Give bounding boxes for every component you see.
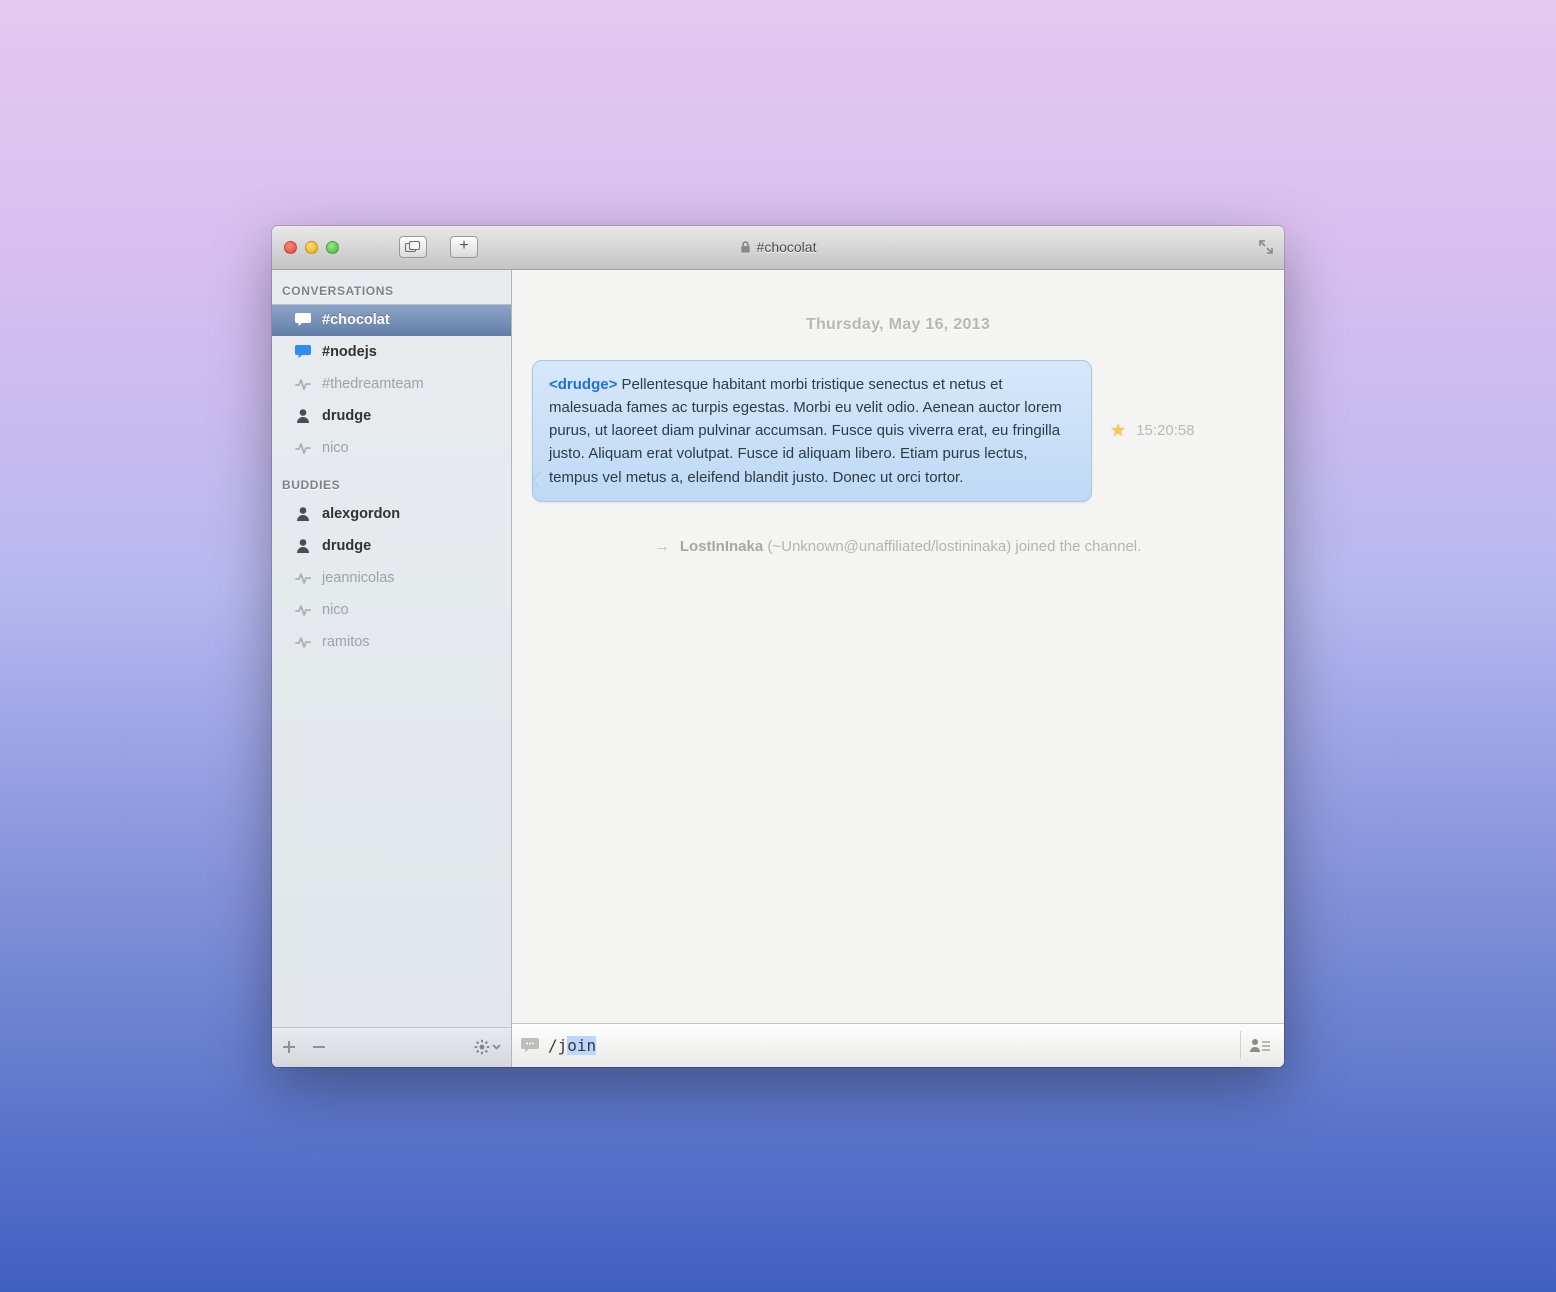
windows-icon [405, 241, 421, 253]
message-time: 15:20:58 [1136, 422, 1194, 439]
sidebar-section-buddies: BUDDIES [272, 464, 511, 498]
chat-bubble-icon [520, 1036, 540, 1054]
windows-toggle-button[interactable] [399, 236, 427, 258]
titlebar: + #chocolat [272, 226, 1284, 270]
conversation-item[interactable]: #nodejs [272, 336, 511, 368]
message-row: <drudge> Pellentesque habitant morbi tri… [528, 356, 1268, 518]
window-controls [272, 241, 339, 254]
buddy-item-label: alexgordon [322, 506, 400, 522]
buddy-item-label: drudge [322, 538, 371, 554]
conversation-item-label: #nodejs [322, 344, 377, 360]
conversation-item[interactable]: drudge [272, 400, 511, 432]
add-button[interactable] [282, 1040, 296, 1054]
system-actor: LostInInaka [680, 538, 763, 555]
conversation-item-label: drudge [322, 408, 371, 424]
conversation-item[interactable]: #chocolat [272, 304, 511, 336]
message-bubble: <drudge> Pellentesque habitant morbi tri… [532, 360, 1092, 502]
buddy-item[interactable]: nico [272, 594, 511, 626]
plus-icon: + [459, 237, 468, 255]
sidebar-footer [272, 1027, 511, 1067]
main-split: CONVERSATIONS #chocolat #nodejs #thedreamt… [272, 270, 1284, 1067]
chevron-down-icon [492, 1044, 501, 1050]
buddies-list: alexgordon drudge jeannicolas nico ramitos [272, 498, 511, 658]
conversation-item-label: #thedreamteam [322, 376, 424, 392]
buddy-item[interactable]: drudge [272, 530, 511, 562]
chat-panel: Thursday, May 16, 2013 <drudge> Pellente… [512, 270, 1284, 1067]
chat-scroll[interactable]: Thursday, May 16, 2013 <drudge> Pellente… [512, 270, 1284, 1023]
settings-menu-button[interactable] [474, 1039, 501, 1055]
chat-b-icon [294, 344, 312, 359]
message-input[interactable]: /join [548, 1036, 1232, 1055]
conversations-list: #chocolat #nodejs #thedreamteam drudge nico [272, 304, 511, 464]
star-icon[interactable]: ★ [1110, 420, 1126, 441]
conversation-item[interactable]: #thedreamteam [272, 368, 511, 400]
person-lines-icon [1249, 1037, 1271, 1053]
date-separator: Thursday, May 16, 2013 [528, 290, 1268, 356]
buddy-item[interactable]: ramitos [272, 626, 511, 658]
input-bar: /join [512, 1023, 1284, 1067]
user-list-button[interactable] [1240, 1031, 1278, 1059]
gear-icon [474, 1039, 490, 1055]
buddy-item[interactable]: alexgordon [272, 498, 511, 530]
message-meta: ★ 15:20:58 [1110, 420, 1195, 441]
conversation-item-label: nico [322, 440, 349, 456]
input-selection: oin [567, 1036, 596, 1055]
message-body: Pellentesque habitant morbi tristique se… [549, 376, 1062, 486]
message-author: <drudge> [549, 376, 617, 393]
conversation-item-label: #chocolat [322, 312, 390, 328]
person-icon [294, 408, 312, 423]
zoom-window-button[interactable] [326, 241, 339, 254]
sidebar: CONVERSATIONS #chocolat #nodejs #thedreamt… [272, 270, 512, 1067]
remove-button[interactable] [312, 1040, 326, 1054]
person-icon [294, 506, 312, 521]
pulse-icon [294, 572, 312, 584]
input-prefix: /j [548, 1036, 567, 1055]
buddy-item[interactable]: jeannicolas [272, 562, 511, 594]
person-icon [294, 538, 312, 553]
system-rest: (~Unknown@unaffiliated/lostininaka) join… [763, 538, 1141, 555]
arrow-right-icon: → [655, 538, 670, 555]
pulse-icon [294, 604, 312, 616]
buddy-item-label: ramitos [322, 634, 370, 650]
window-title-text: #chocolat [757, 239, 817, 255]
app-window: + #chocolat CONVERSATIONS #chocolat #node… [272, 226, 1284, 1067]
close-window-button[interactable] [284, 241, 297, 254]
buddy-item-label: jeannicolas [322, 570, 395, 586]
pulse-icon [294, 442, 312, 454]
sidebar-section-conversations: CONVERSATIONS [272, 270, 511, 304]
buddy-item-label: nico [322, 602, 349, 618]
minimize-window-button[interactable] [305, 241, 318, 254]
fullscreen-button[interactable] [1258, 239, 1274, 255]
pulse-icon [294, 378, 312, 390]
system-message: → LostInInaka (~Unknown@unaffiliated/los… [528, 518, 1268, 575]
new-conversation-button[interactable]: + [450, 236, 478, 258]
chat-icon [294, 312, 312, 327]
conversation-item[interactable]: nico [272, 432, 511, 464]
pulse-icon [294, 636, 312, 648]
lock-icon [740, 241, 751, 254]
